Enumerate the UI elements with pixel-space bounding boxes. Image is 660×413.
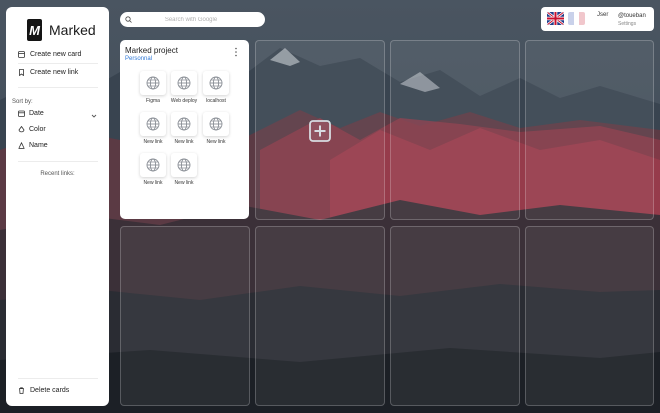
trash-icon: [18, 387, 25, 394]
link-label: New link: [174, 180, 194, 186]
card-category: Personnal: [125, 56, 153, 62]
globe-icon: [177, 76, 191, 90]
card-slot[interactable]: [525, 40, 654, 220]
link-label: New link: [174, 139, 194, 145]
name-icon: [18, 142, 25, 149]
link-label: Web deploy: [170, 98, 198, 104]
create-link-button[interactable]: Create new link: [18, 69, 78, 76]
card-slot[interactable]: [255, 226, 385, 406]
link-tile[interactable]: [171, 112, 197, 136]
sort-label: Sort by:: [12, 99, 33, 105]
card-icon: [18, 51, 25, 58]
card-title: Marked project: [125, 46, 178, 55]
search-input[interactable]: [136, 16, 246, 23]
recent-links-label: Recent links:: [40, 171, 75, 177]
app-logo: M Marked: [27, 19, 96, 41]
link-label: New link: [143, 180, 163, 186]
link-label: Figma: [146, 98, 160, 104]
globe-icon: [209, 76, 223, 90]
user-name: Jser: [597, 12, 609, 18]
create-card-button[interactable]: Create new card: [18, 51, 81, 58]
bookmark-icon: [18, 69, 25, 76]
language-flag-fr-icon[interactable]: [568, 12, 585, 25]
divider: [18, 161, 98, 162]
globe-icon: [177, 117, 191, 131]
card-slot[interactable]: [120, 226, 250, 406]
divider: [18, 378, 98, 379]
search-bar: [120, 12, 265, 27]
sort-option-label: Name: [29, 142, 48, 149]
create-card-label: Create new card: [30, 51, 82, 58]
divider: [18, 63, 98, 64]
link-tile[interactable]: [140, 153, 166, 177]
globe-icon: [146, 158, 160, 172]
color-icon: [18, 126, 25, 133]
sort-option-color[interactable]: Color: [18, 126, 46, 133]
delete-cards-button[interactable]: Delete cards: [18, 387, 69, 394]
globe-icon: [146, 117, 160, 131]
link-label: New link: [143, 139, 163, 145]
calendar-icon: [18, 110, 25, 117]
sort-option-name[interactable]: Name: [18, 142, 48, 149]
globe-icon: [146, 76, 160, 90]
link-label: New link: [206, 139, 226, 145]
link-tile[interactable]: [203, 71, 229, 95]
link-tile[interactable]: [140, 71, 166, 95]
card-slot[interactable]: [390, 40, 520, 220]
chevron-down-icon[interactable]: [91, 113, 97, 119]
sidebar: M Marked Create new card Create new link…: [6, 7, 109, 406]
create-link-label: Create new link: [30, 69, 79, 76]
link-tile[interactable]: [171, 153, 197, 177]
search-icon: [125, 16, 132, 23]
card-slot[interactable]: [525, 226, 654, 406]
app-name: Marked: [49, 22, 96, 38]
globe-icon: [177, 158, 191, 172]
link-tile[interactable]: [171, 71, 197, 95]
settings-link[interactable]: Settings: [618, 21, 636, 27]
kebab-menu-icon[interactable]: [234, 47, 238, 57]
sort-option-label: Color: [29, 126, 46, 133]
logo-icon: M: [27, 19, 42, 41]
project-card[interactable]: Marked project Personnal Figma Web deploy…: [120, 40, 249, 219]
add-card-button[interactable]: [309, 120, 331, 142]
account-panel: Jser @toueban Settings: [541, 7, 654, 31]
delete-cards-label: Delete cards: [30, 387, 70, 394]
globe-icon: [209, 117, 223, 131]
user-handle: @toueban: [618, 13, 646, 19]
sort-option-label: Date: [29, 110, 44, 117]
card-slot[interactable]: [390, 226, 520, 406]
link-label: localhost: [206, 98, 226, 104]
link-tile[interactable]: [140, 112, 166, 136]
link-tile[interactable]: [203, 112, 229, 136]
divider: [18, 87, 98, 88]
sort-option-date[interactable]: Date: [18, 110, 44, 117]
language-flag-en-icon[interactable]: [547, 12, 564, 25]
